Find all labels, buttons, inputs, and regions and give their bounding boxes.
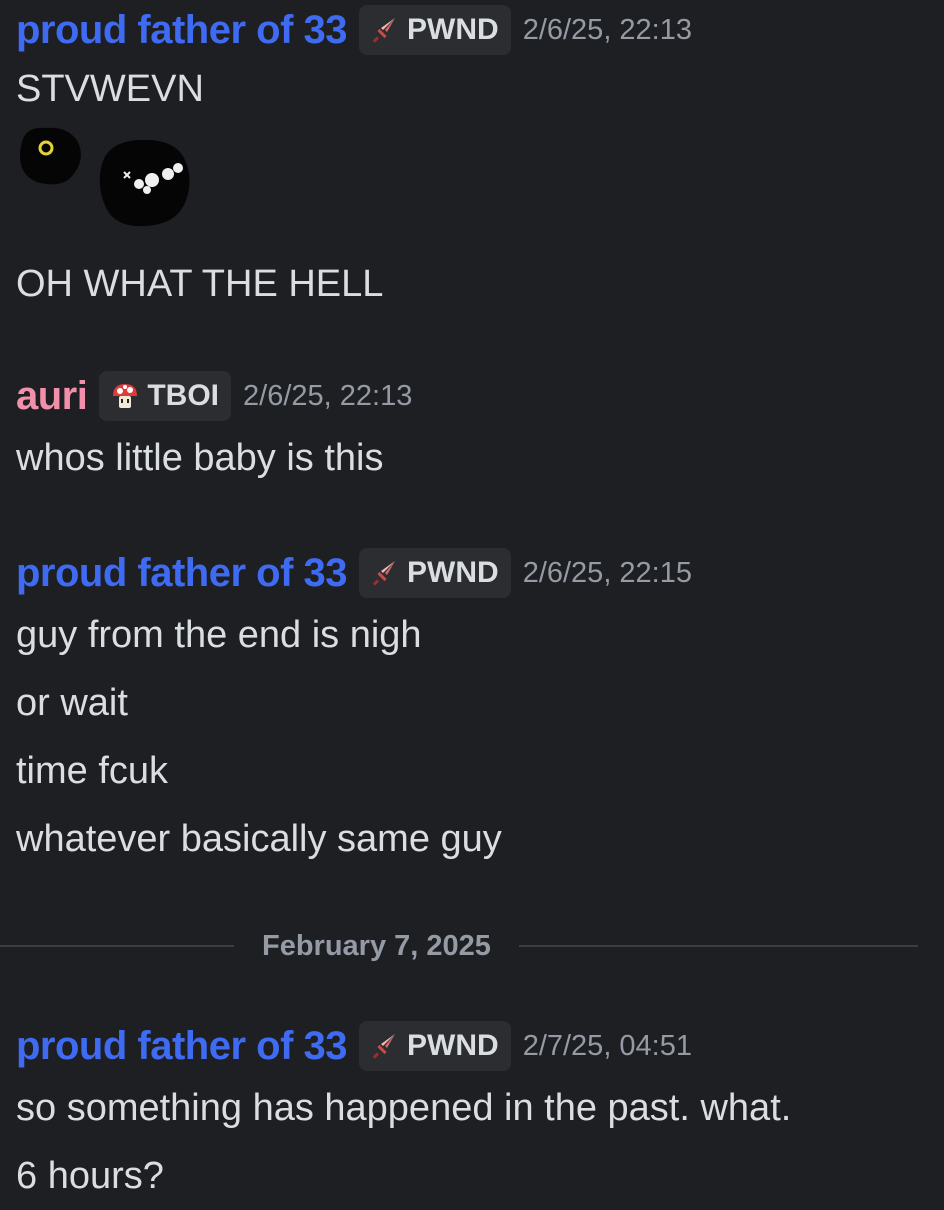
- sword-icon: [372, 561, 396, 586]
- message-line: whos little baby is this: [16, 437, 384, 479]
- mushroom-icon: [113, 384, 138, 408]
- server-tag[interactable]: TBOI: [99, 371, 232, 421]
- message-header: proud father of 33 PWND 2/7/25, 04:51: [16, 1018, 928, 1074]
- date-divider: February 7, 2025: [0, 920, 918, 972]
- message-header: proud father of 33 PWND 2/6/25, 22:15: [16, 545, 928, 601]
- message-line: OH WHAT THE HELL: [16, 263, 384, 305]
- sword-icon: [372, 18, 396, 43]
- message-line: 6 hours?: [16, 1155, 164, 1197]
- server-tag-label: TBOI: [147, 379, 220, 412]
- message-group: auri TBOI 2/6/25, 22:13 whos little baby…: [16, 368, 928, 492]
- timestamp[interactable]: 2/6/25, 22:13: [523, 14, 692, 47]
- server-tag-label: PWND: [407, 1029, 499, 1062]
- message-line: guy from the end is nigh: [16, 614, 422, 656]
- message-line: whatever basically same guy: [16, 818, 502, 860]
- username[interactable]: auri: [16, 374, 88, 419]
- message-header: auri TBOI 2/6/25, 22:13: [16, 368, 928, 424]
- two-black-blob-creatures-sticker: [20, 127, 190, 227]
- server-tag[interactable]: PWND: [359, 1021, 511, 1071]
- divider-date: February 7, 2025: [262, 929, 491, 962]
- sticker[interactable]: [16, 120, 928, 250]
- username[interactable]: proud father of 33: [16, 8, 348, 53]
- server-tag[interactable]: PWND: [359, 5, 511, 55]
- sword-icon: [372, 1034, 396, 1059]
- message-group: proud father of 33 PWND 2/6/25, 22:13 ST…: [16, 2, 928, 318]
- divider-rule: [518, 945, 918, 947]
- server-tag-label: PWND: [407, 556, 499, 589]
- message-line: time fcuk: [16, 750, 169, 792]
- message-group: proud father of 33 PWND 2/7/25, 04:51 so…: [16, 1018, 928, 1210]
- server-tag[interactable]: PWND: [359, 548, 511, 598]
- message-line: STVWEVN: [16, 68, 204, 110]
- message-line: so something has happened in the past. w…: [16, 1087, 792, 1129]
- message-header: proud father of 33 PWND 2/6/25, 22:13: [16, 2, 928, 58]
- timestamp[interactable]: 2/6/25, 22:13: [243, 380, 412, 413]
- divider-rule: [0, 945, 234, 947]
- username[interactable]: proud father of 33: [16, 1024, 348, 1069]
- message-group: proud father of 33 PWND 2/6/25, 22:15 gu…: [16, 545, 928, 873]
- username[interactable]: proud father of 33: [16, 551, 348, 596]
- timestamp[interactable]: 2/6/25, 22:15: [523, 557, 692, 590]
- server-tag-label: PWND: [407, 13, 499, 46]
- timestamp[interactable]: 2/7/25, 04:51: [523, 1030, 692, 1063]
- message-line: or wait: [16, 682, 128, 724]
